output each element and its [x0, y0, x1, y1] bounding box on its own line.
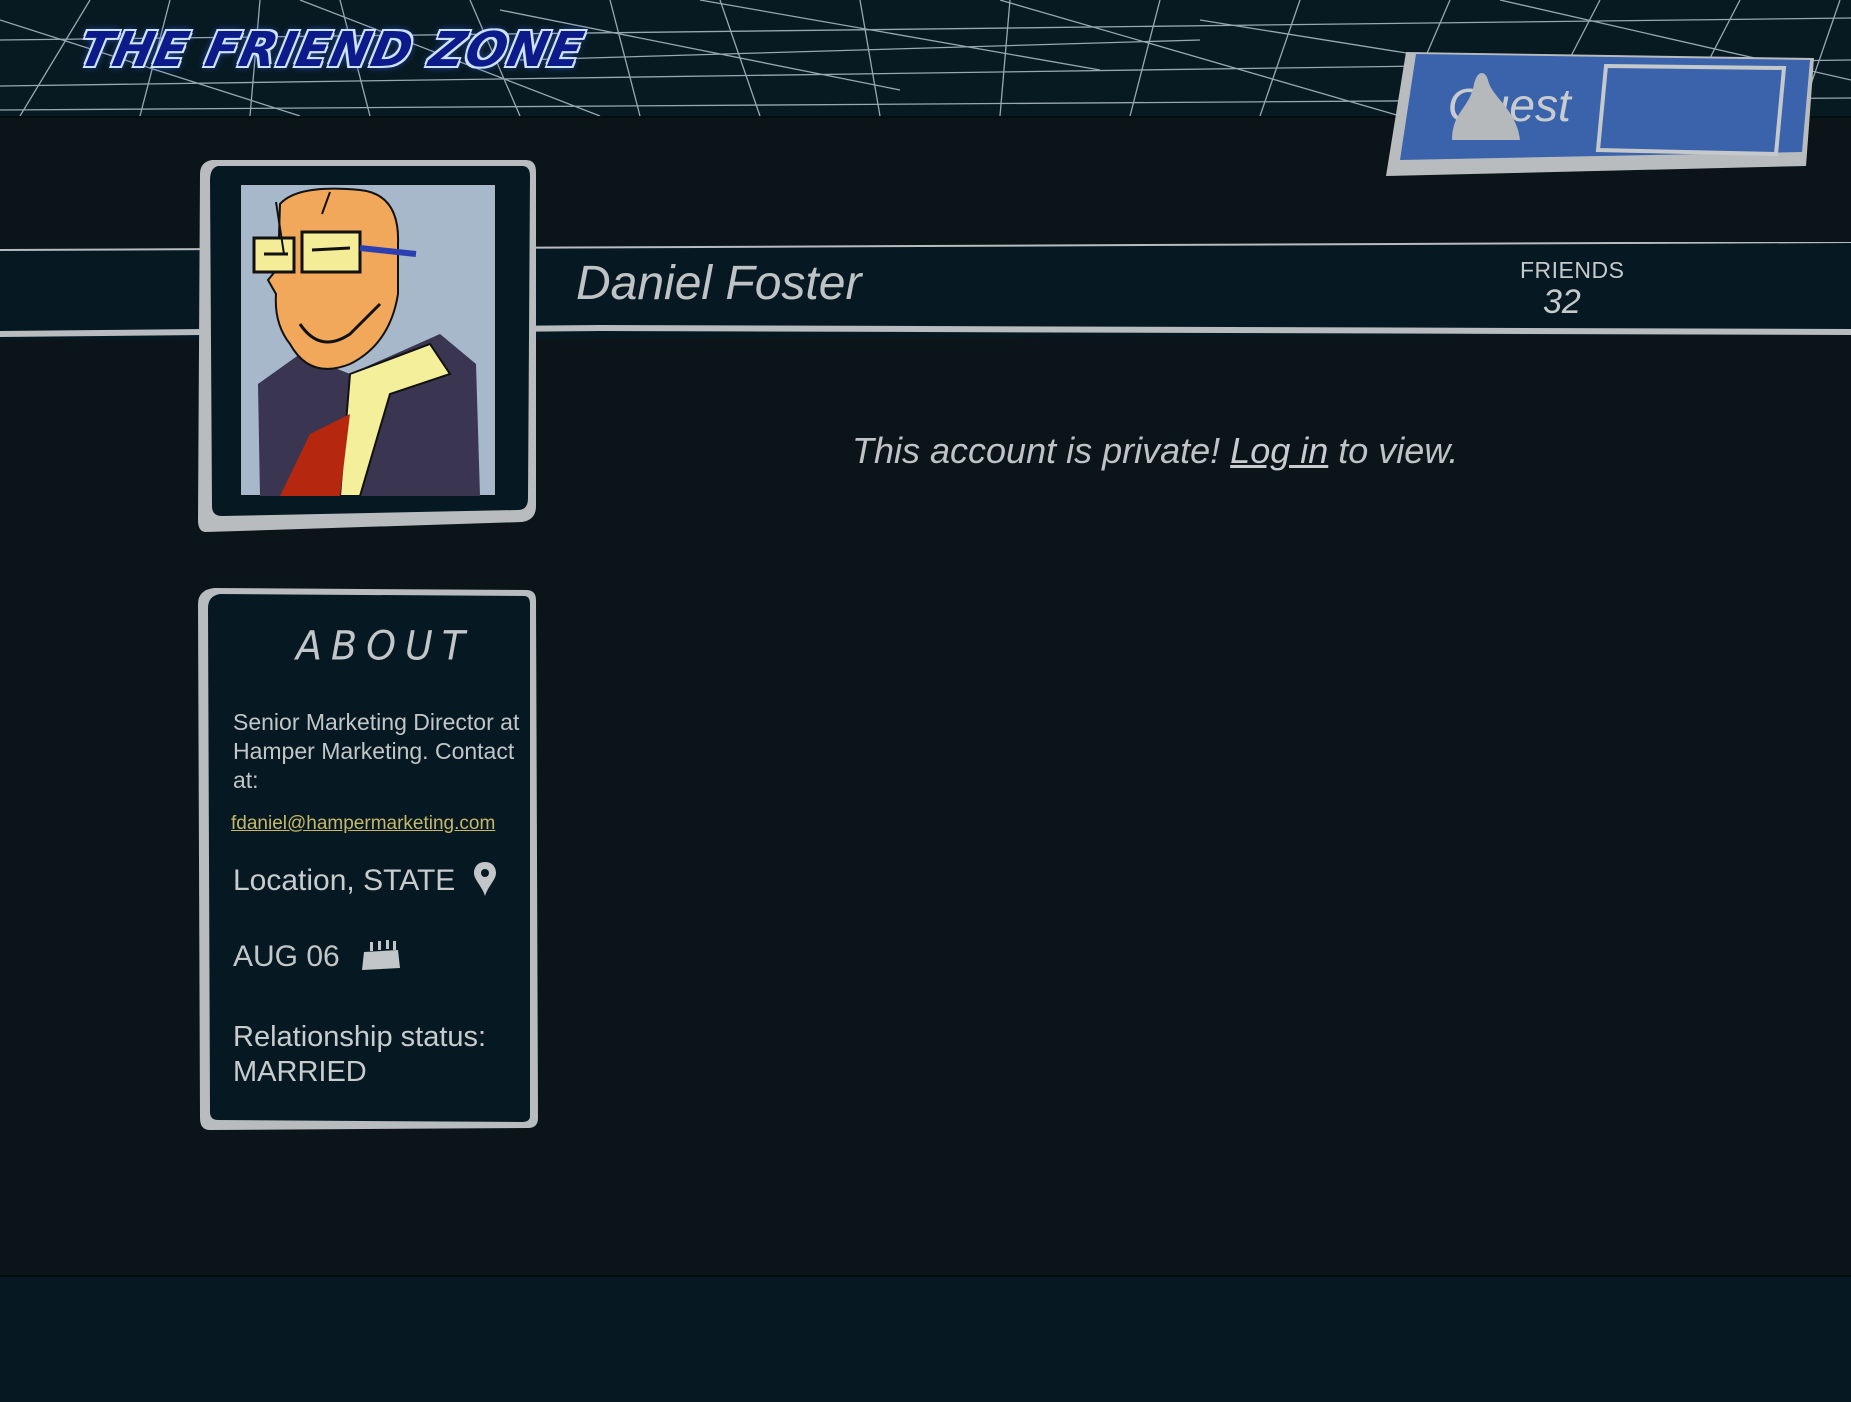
private-message-suffix: to view.: [1328, 430, 1459, 471]
about-bio: Senior Marketing Director at Hamper Mark…: [233, 709, 520, 793]
profile-name: Daniel Foster: [576, 257, 862, 310]
about-title: ABOUT: [296, 622, 474, 670]
relationship-status: Relationship status: MARRIED: [233, 1020, 533, 1090]
profile-avatar[interactable]: [240, 184, 496, 496]
location-text: Location, STATE: [233, 864, 456, 897]
private-message-text: This account is private!: [852, 430, 1231, 471]
email-link[interactable]: fdaniel@hampermarketing.com: [231, 813, 495, 835]
cake-icon: [362, 940, 400, 970]
relationship-value: MARRIED: [233, 1056, 367, 1088]
friends-count[interactable]: 32: [1543, 283, 1581, 322]
relationship-label: Relationship status:: [233, 1021, 487, 1053]
birthday-text: AUG 06: [233, 940, 340, 973]
guest-account-button[interactable]: Guest: [1382, 48, 1818, 184]
login-link[interactable]: Log in: [1230, 430, 1328, 471]
friends-label: FRIENDS: [1520, 257, 1625, 283]
site-logo[interactable]: THE FRIEND ZONE: [74, 22, 589, 78]
page-footer: [0, 1275, 1851, 1402]
private-account-message: This account is private! Log in to view.: [852, 430, 1458, 472]
user-silhouette-icon: [1452, 73, 1520, 140]
profile-photo-card: [196, 158, 538, 534]
map-pin-icon: [474, 862, 496, 896]
